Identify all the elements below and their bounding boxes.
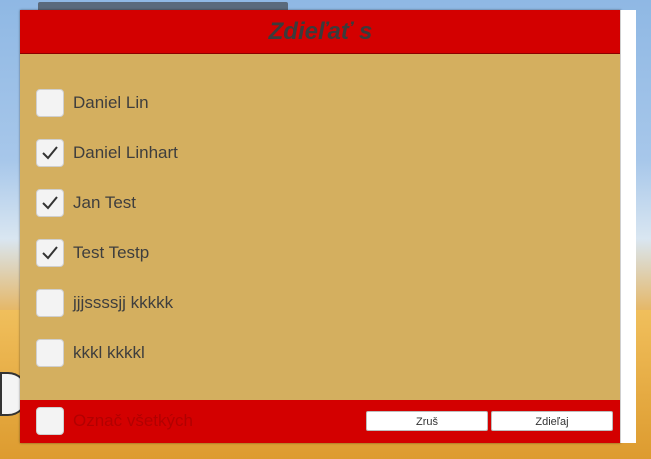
checkmark-icon <box>42 146 58 160</box>
scrollbar[interactable] <box>620 10 636 443</box>
contact-name: kkkl kkkkl <box>73 343 145 362</box>
select-all-checkbox[interactable] <box>36 407 64 435</box>
cancel-button[interactable]: Zruš <box>366 411 488 431</box>
contact-checkbox[interactable] <box>36 239 64 267</box>
contact-row[interactable]: Daniel Linhart <box>36 138 436 168</box>
contact-checkbox[interactable] <box>36 139 64 167</box>
share-button[interactable]: Zdieľaj <box>491 411 613 431</box>
contact-name: jjjssssjj kkkkk <box>73 293 174 312</box>
dialog-header: Zdieľať s <box>20 10 621 54</box>
contact-checkbox[interactable] <box>36 189 64 217</box>
contact-row[interactable]: Jan Test <box>36 188 436 218</box>
contact-name: Test Testp <box>73 243 150 262</box>
contact-row[interactable]: jjjssssjj kkkkk <box>36 288 436 318</box>
contact-row[interactable]: kkkl kkkkl <box>36 338 436 368</box>
contact-row[interactable]: Daniel Lin <box>36 88 436 118</box>
contact-checkbox[interactable] <box>36 339 64 367</box>
contact-name: Jan Test <box>73 193 137 212</box>
dialog-footer: Označ všetkých Zruš Zdieľaj <box>20 400 621 443</box>
select-all-label: Označ všetkých <box>73 411 193 430</box>
contact-checkbox[interactable] <box>36 89 64 117</box>
contact-row[interactable]: Test Testp <box>36 238 436 268</box>
contact-name: Daniel Linhart <box>73 143 178 162</box>
dialog-title: Zdieľať s <box>268 18 373 45</box>
checkmark-icon <box>42 196 58 210</box>
share-dialog: Zdieľať s Daniel Lin Daniel Linhart Jan … <box>20 10 621 443</box>
contact-name: Daniel Lin <box>73 93 149 112</box>
checkmark-icon <box>42 246 58 260</box>
contact-checkbox[interactable] <box>36 289 64 317</box>
